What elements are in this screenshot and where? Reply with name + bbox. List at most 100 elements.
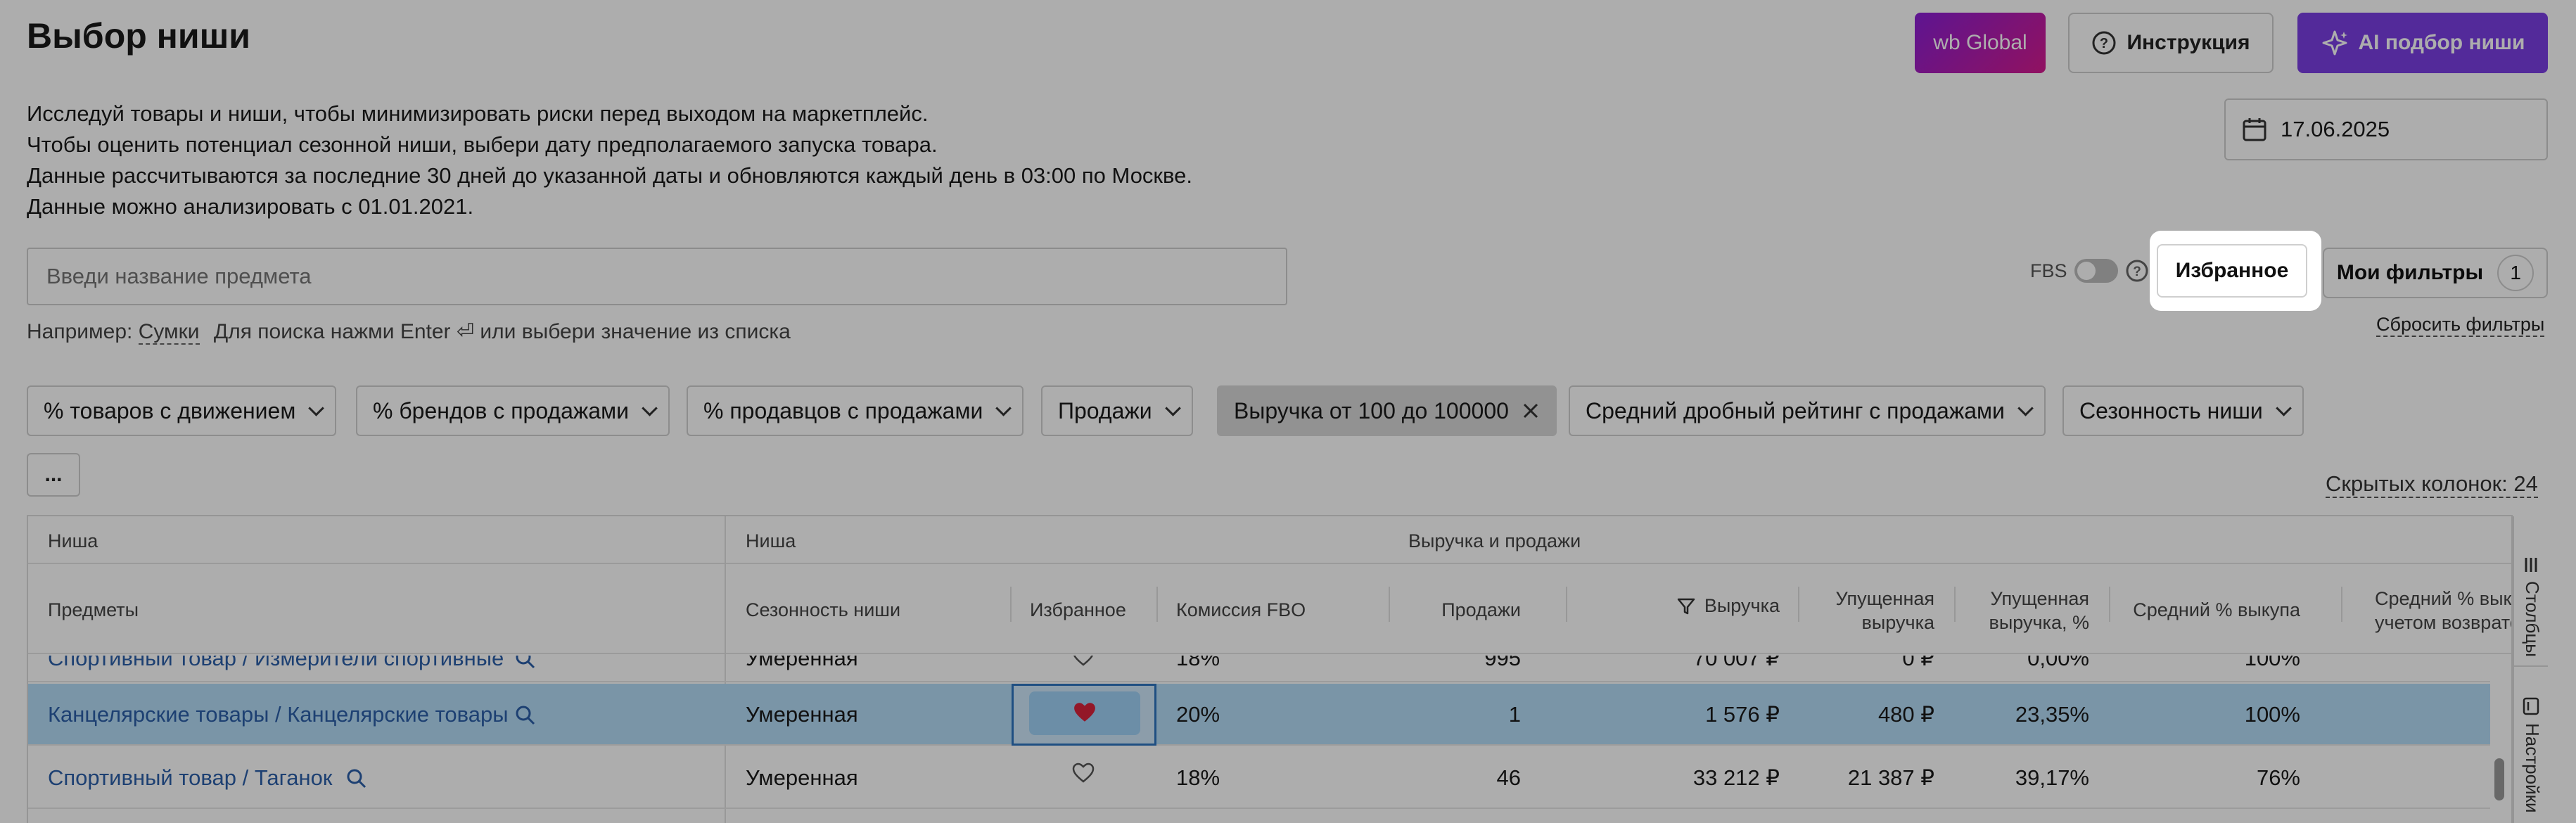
row-sales: 995 [1484, 656, 1521, 670]
filter-chip-rating[interactable]: Средний дробный рейтинг с продажами [1569, 385, 2046, 436]
hidden-columns-link[interactable]: Скрытых колонок: 24 [2326, 471, 2538, 498]
col-header-revenue[interactable]: Выручка [1548, 595, 1780, 617]
filter-chip-sales[interactable]: Продажи [1041, 385, 1193, 436]
heart-filled-icon [1074, 703, 1095, 722]
more-filters-button[interactable]: ... [27, 453, 80, 497]
row-sales: 46 [1496, 765, 1521, 790]
table-row[interactable]: Спортивный товар / Измерители спортивные… [28, 656, 2490, 682]
row-lost-revenue: 0 ₽ [1902, 656, 1934, 670]
row-item-link[interactable]: Спортивный товар / Таганок [48, 765, 332, 791]
side-tab-columns-label: Столбцы [2522, 581, 2543, 657]
filter-chip-label: Выручка от 100 до 100000 [1234, 397, 1509, 423]
row-lost-pct: 23,35% [2015, 702, 2089, 727]
intro-line: Исследуй товары и ниши, чтобы минимизиро… [27, 101, 929, 126]
filter-chip-label: Продажи [1058, 397, 1152, 423]
row-seasonality: Умеренная [746, 765, 858, 790]
hint-example-link[interactable]: Сумки [138, 320, 200, 345]
my-filters-count-badge: 1 [2497, 255, 2534, 291]
row-buyout: 100% [2244, 656, 2300, 670]
heart-outline-icon[interactable] [1072, 763, 1095, 784]
col-header-items[interactable]: Предметы [48, 599, 139, 621]
chevron-down-icon [1164, 400, 1181, 416]
filter-chip-seasonality[interactable]: Сезонность ниши [2062, 385, 2304, 436]
col-header-lost-revenue[interactable]: Упущенная выручка [1801, 587, 1934, 634]
chevron-down-icon [308, 400, 325, 416]
date-picker[interactable]: 17.06.2025 [2224, 98, 2548, 160]
row-buyout: 76% [2256, 765, 2300, 790]
table-scrollbar[interactable] [2489, 654, 2510, 823]
intro-line: Чтобы оценить потенциал сезонной ниши, в… [27, 132, 938, 157]
my-filters-button[interactable]: Мои фильтры 1 [2323, 248, 2548, 298]
close-icon[interactable] [1522, 402, 1540, 420]
col-header-commission[interactable]: Комиссия FBO [1176, 599, 1306, 621]
chevron-down-icon [2017, 400, 2034, 416]
col-header-text: Упущенная [1990, 588, 2089, 609]
ai-niche-button[interactable]: AI подбор ниши [2297, 13, 2548, 73]
search-icon[interactable] [346, 768, 367, 789]
instruction-label: Инструкция [2127, 31, 2250, 54]
intro-line: Данные рассчитываются за последние 30 дн… [27, 163, 1192, 188]
side-panel: Столбцы Настройки [2513, 516, 2548, 823]
col-header-buyout[interactable]: Средний % выкупа [2117, 599, 2300, 621]
reset-filters-link[interactable]: Сбросить фильтры [2376, 314, 2545, 337]
chevron-down-icon [995, 400, 1012, 416]
row-item-link[interactable]: Спортивный товар / Измерители спортивные [48, 656, 504, 671]
filter-chip-products-movement[interactable]: % товаров с движением [27, 385, 337, 436]
filter-chip-label: % брендов с продажами [373, 397, 629, 423]
wb-global-button[interactable]: wb Global [1915, 13, 2046, 73]
favorites-button[interactable]: Избранное [2157, 244, 2307, 298]
row-revenue: 1 576 ₽ [1705, 702, 1780, 727]
col-header-seasonality[interactable]: Сезонность ниши [746, 599, 900, 621]
row-lost-pct: 39,17% [2015, 765, 2089, 790]
instruction-button[interactable]: ? Инструкция [2068, 13, 2274, 73]
col-header-sales[interactable]: Продажи [1407, 599, 1521, 621]
group-header-niche-2: Ниша [746, 530, 796, 551]
row-commission: 18% [1176, 765, 1220, 790]
filter-chip-brands-sales[interactable]: % брендов с продажами [356, 385, 670, 436]
search-icon[interactable] [515, 656, 536, 670]
fbs-label: FBS [2030, 260, 2067, 281]
svg-text:?: ? [2100, 36, 2108, 51]
filter-chip-label: % товаров с движением [44, 397, 296, 423]
ai-niche-label: AI подбор ниши [2358, 31, 2525, 54]
favorites-label: Избранное [2175, 259, 2289, 282]
help-circle-icon: ? [2092, 31, 2116, 55]
search-input[interactable] [27, 248, 1287, 305]
heart-outline-icon[interactable] [1072, 656, 1095, 667]
fbs-toggle[interactable] [2074, 259, 2118, 283]
fbs-toggle-group: FBS ? [2030, 259, 2149, 283]
wb-global-label: wb Global [1933, 31, 2027, 54]
row-lost-revenue: 480 ₽ [1877, 702, 1934, 727]
table-row-selected[interactable]: Канцелярские товары / Канцелярские товар… [28, 684, 2490, 746]
filter-chip-revenue-active[interactable]: Выручка от 100 до 100000 [1217, 385, 1557, 436]
row-seasonality: Умеренная [746, 702, 858, 727]
sort-filter-icon [1677, 598, 1695, 614]
search-hint: Например: Сумки Для поиска нажми Enter ⏎… [27, 319, 791, 345]
chevron-down-icon [642, 400, 658, 416]
page-title: Выбор ниши [27, 16, 251, 56]
row-buyout: 100% [2244, 702, 2300, 727]
filter-chip-sellers-sales[interactable]: % продавцов с продажами [687, 385, 1024, 436]
filter-chip-label: Средний дробный рейтинг с продажами [1586, 397, 2005, 423]
col-header-buyout-returns[interactable]: Средний % выкупа с учетом возвратов [2375, 587, 2511, 634]
table-row[interactable]: Спортивный товар / Таганок Умеренная 18%… [28, 747, 2490, 809]
columns-icon [2525, 558, 2537, 572]
side-tab-settings[interactable]: Настройки [2514, 671, 2548, 823]
sparkle-icon [2322, 30, 2347, 56]
row-item-link[interactable]: Канцелярские товары / Канцелярские товар… [48, 702, 509, 727]
filter-chip-label: % продавцов с продажами [703, 397, 983, 423]
col-header-favorite[interactable]: Избранное [1030, 599, 1126, 621]
help-circle-icon[interactable]: ? [2125, 259, 2149, 283]
scrollbar-thumb[interactable] [2494, 758, 2504, 800]
hint-prefix: Например: [27, 320, 133, 343]
favorite-cell-focused[interactable] [1012, 684, 1156, 746]
search-icon[interactable] [515, 705, 536, 726]
col-header-text: учетом возвратов [2375, 612, 2511, 633]
col-header-lost-pct[interactable]: Упущенная выручка, % [1949, 587, 2089, 634]
settings-panel-icon [2523, 697, 2539, 715]
date-value: 17.06.2025 [2281, 117, 2390, 141]
col-header-text: Упущенная [1835, 588, 1934, 609]
row-commission: 18% [1176, 656, 1220, 670]
hint-suffix: Для поиска нажми Enter ⏎ или выбери знач… [213, 320, 791, 343]
side-tab-columns[interactable]: Столбцы [2514, 516, 2548, 667]
